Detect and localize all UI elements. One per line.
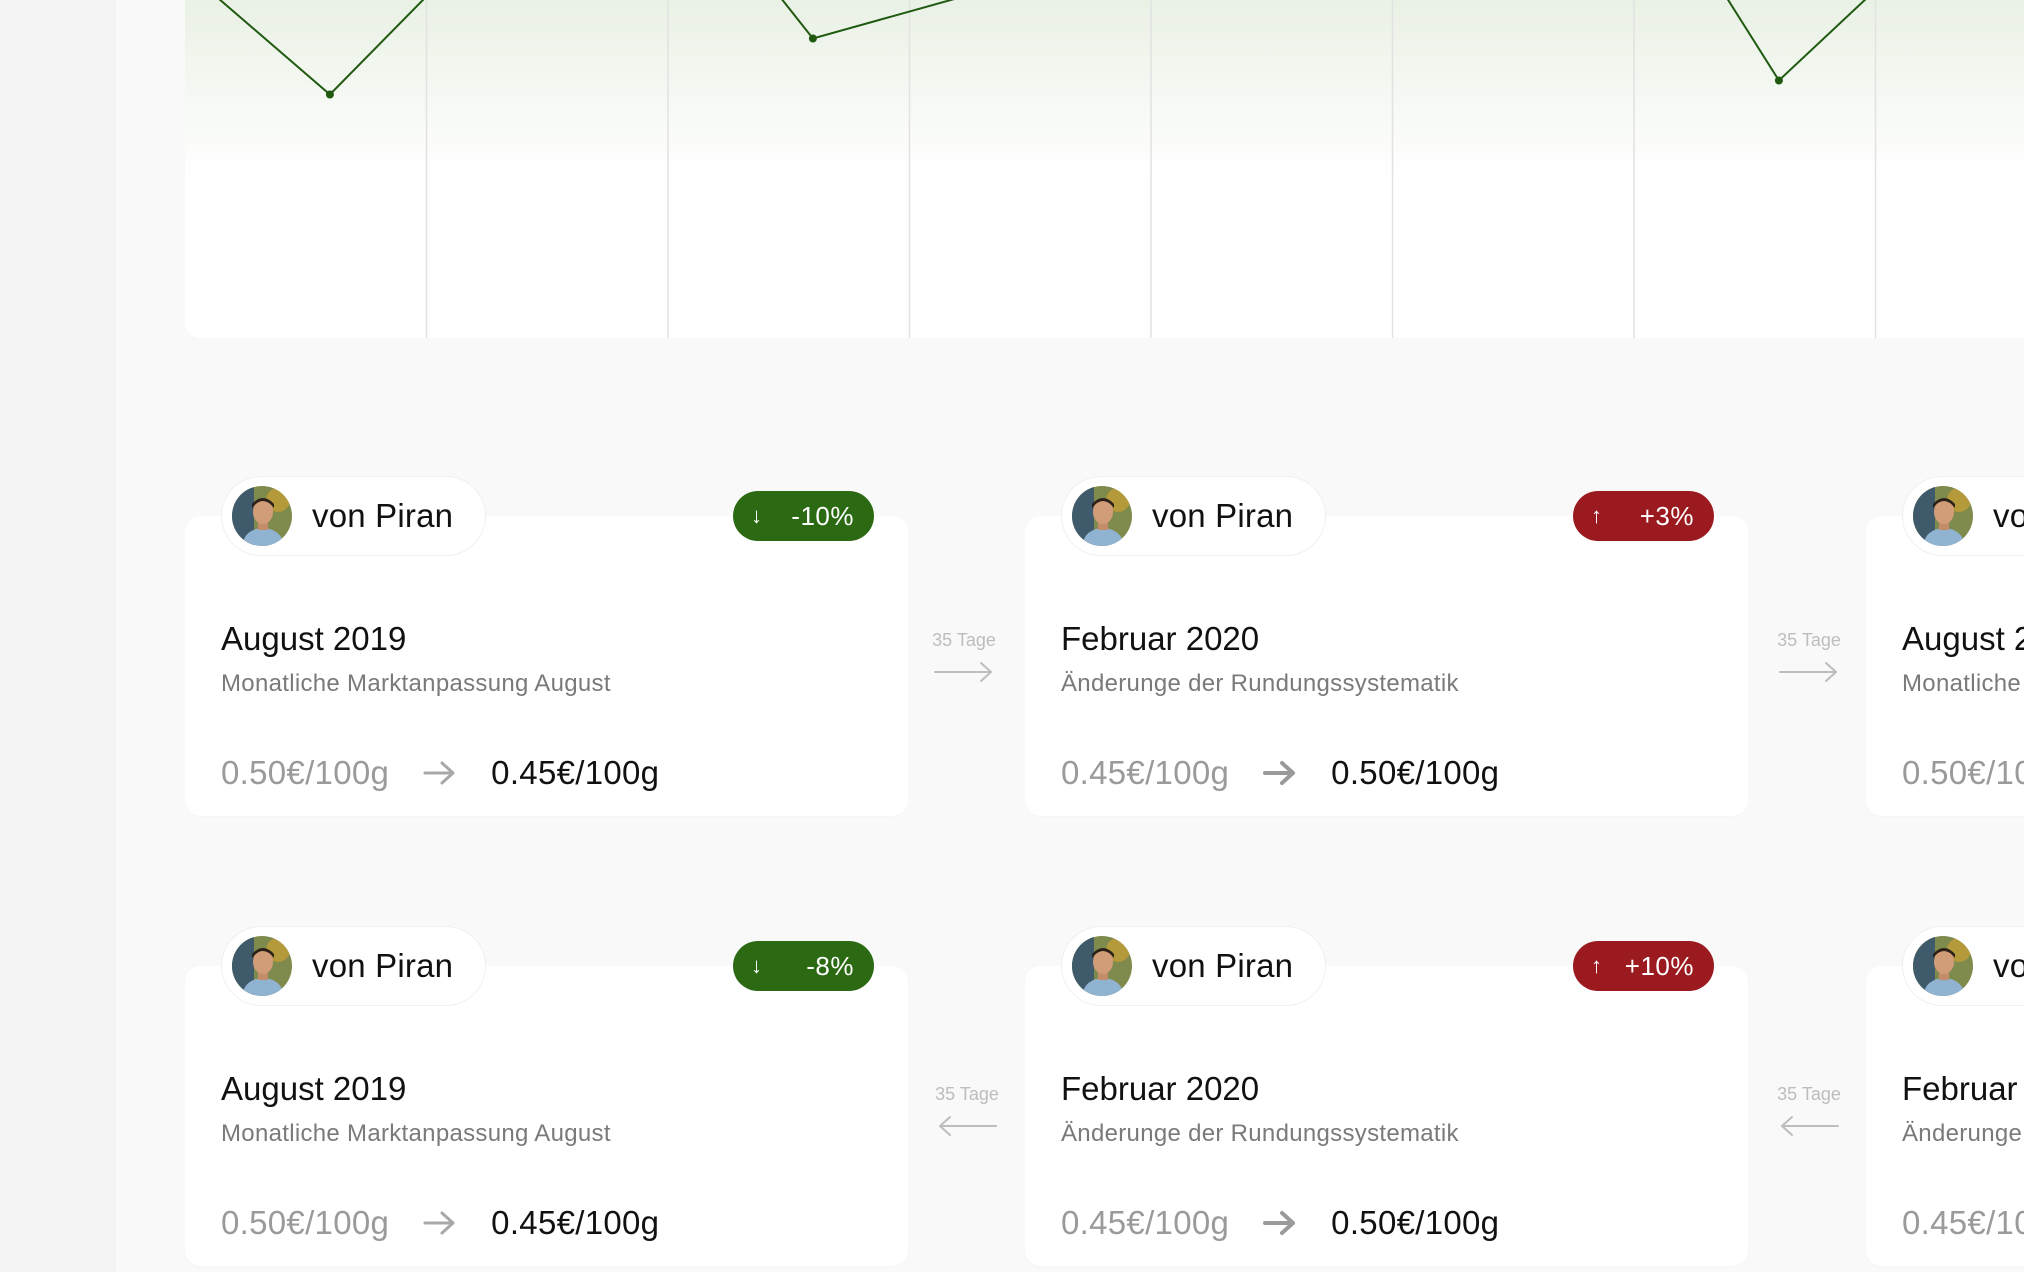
- change-badge-down: ↓ -8%: [733, 941, 874, 991]
- timeline-connector: 35 Tage: [922, 1084, 1012, 1139]
- card-subtitle: Monatliche Marktanpassung August: [221, 1120, 611, 1147]
- price-row: 0.50€/100g: [1902, 754, 2024, 792]
- author-name: von Piran: [1152, 497, 1294, 534]
- price-change-card[interactable]: von Piran ↓ -8% August 2019 Monatliche M…: [185, 926, 908, 1266]
- change-badge-up: ↑ +3%: [1573, 491, 1714, 541]
- card-subtitle: Änderunge der Rundungssystematik: [1061, 670, 1459, 697]
- arrow-left-long-icon: [939, 1116, 997, 1136]
- user-avatar-photo: [1072, 936, 1132, 996]
- price-change-card[interactable]: von Piran ↑ +10% Februar 2020 Änderunge …: [1025, 926, 1748, 1266]
- price-new: 0.50€/100g: [1331, 754, 1500, 791]
- author-name: von Piran: [1152, 947, 1294, 984]
- card-title: August 2019: [221, 620, 407, 657]
- price-change-card[interactable]: von Piran Februar 2020 Änderunge der Run…: [1866, 926, 2024, 1266]
- timeline-connector: 35 Tage: [1764, 1084, 1854, 1139]
- arrow-right-icon: [423, 761, 455, 785]
- price-row: 0.50€/100g 0.45€/100g: [221, 1204, 659, 1242]
- author-name: von Piran: [1993, 947, 2024, 984]
- change-percent: -8%: [806, 950, 854, 981]
- arrow-right-icon: [1263, 761, 1296, 785]
- price-history-page: von Piran ↓ -10% August 2019 Monatliche …: [0, 0, 2024, 1272]
- author-name: von Piran: [1993, 497, 2024, 534]
- price-chart-svg: [185, 0, 2024, 338]
- author-name: von Piran: [312, 947, 454, 984]
- price-old: 0.50€/100g: [221, 754, 390, 791]
- chart-point[interactable]: [1774, 76, 1783, 85]
- arrow-right-icon: [1263, 1211, 1296, 1235]
- price-old: 0.50€/100g: [221, 1204, 390, 1241]
- change-percent: -10%: [791, 500, 854, 531]
- days-label: 35 Tage: [1777, 630, 1841, 650]
- price-old: 0.50€/100g: [1902, 754, 2024, 791]
- card-title: August 2019: [221, 1070, 407, 1107]
- user-avatar-photo: [232, 486, 292, 546]
- price-change-card[interactable]: von Piran ↓ -10% August 2019 Monatliche …: [185, 476, 908, 816]
- timeline-connector: 35 Tage: [919, 630, 1009, 685]
- user-avatar-photo: [1913, 486, 1973, 546]
- price-row: 0.45€/100g 0.50€/100g: [1061, 1204, 1499, 1242]
- arrow-up-icon: ↑: [1591, 503, 1603, 528]
- price-new: 0.50€/100g: [1331, 1204, 1500, 1241]
- arrow-right-long-icon: [934, 662, 992, 682]
- card-subtitle: Monatliche Marktanpassung August: [1902, 670, 2024, 697]
- change-percent: +3%: [1639, 500, 1694, 531]
- author-chip[interactable]: von Piran: [221, 926, 487, 1006]
- card-title: Februar 2020: [1902, 1070, 2024, 1107]
- price-change-card[interactable]: von Piran August 2019 Monatliche Marktan…: [1866, 476, 2024, 816]
- card-title: Februar 2020: [1061, 1070, 1260, 1107]
- arrow-right-long-icon: [1779, 662, 1837, 682]
- timeline-connector: 35 Tage: [1764, 630, 1854, 685]
- arrow-up-icon: ↑: [1591, 953, 1603, 978]
- change-badge-down: ↓ -10%: [733, 491, 874, 541]
- card-subtitle: Änderunge der Rundungssystematik: [1902, 1120, 2024, 1147]
- days-label: 35 Tage: [1777, 1084, 1841, 1104]
- price-old: 0.45€/100g: [1061, 1204, 1230, 1241]
- user-avatar-photo: [1913, 936, 1973, 996]
- author-chip[interactable]: von Piran: [1902, 476, 2024, 556]
- arrow-down-icon: ↓: [751, 503, 763, 528]
- arrow-left-long-icon: [1781, 1116, 1839, 1136]
- price-new: 0.45€/100g: [491, 1204, 660, 1241]
- chart-background: [185, 0, 2024, 338]
- days-label: 35 Tage: [935, 1084, 999, 1104]
- price-row: 0.50€/100g 0.45€/100g: [221, 754, 659, 792]
- price-chart: [185, 0, 2024, 338]
- arrow-right-icon: [423, 1211, 455, 1235]
- author-chip[interactable]: von Piran: [1061, 926, 1327, 1006]
- change-percent: +10%: [1624, 950, 1694, 981]
- author-chip[interactable]: von Piran: [1061, 476, 1327, 556]
- price-new: 0.45€/100g: [491, 754, 660, 791]
- author-name: von Piran: [312, 497, 454, 534]
- card-title: Februar 2020: [1061, 620, 1260, 657]
- chart-point[interactable]: [808, 34, 817, 43]
- user-avatar-photo: [232, 936, 292, 996]
- sidebar: [0, 0, 116, 1272]
- chart-point[interactable]: [325, 90, 334, 99]
- card-subtitle: Monatliche Marktanpassung August: [221, 670, 611, 697]
- price-old: 0.45€/100g: [1902, 1204, 2024, 1241]
- change-badge-up: ↑ +10%: [1573, 941, 1714, 991]
- author-chip[interactable]: von Piran: [1902, 926, 2024, 1006]
- price-old: 0.45€/100g: [1061, 754, 1230, 791]
- card-subtitle: Änderunge der Rundungssystematik: [1061, 1120, 1459, 1147]
- days-label: 35 Tage: [932, 630, 996, 650]
- price-row: 0.45€/100g 0.50€/100g: [1061, 754, 1499, 792]
- author-chip[interactable]: von Piran: [221, 476, 487, 556]
- arrow-down-icon: ↓: [751, 953, 763, 978]
- price-row: 0.45€/100g: [1902, 1204, 2024, 1242]
- price-change-card[interactable]: von Piran ↑ +3% Februar 2020 Änderunge d…: [1025, 476, 1748, 816]
- card-title: August 2019: [1902, 620, 2024, 657]
- user-avatar-photo: [1072, 486, 1132, 546]
